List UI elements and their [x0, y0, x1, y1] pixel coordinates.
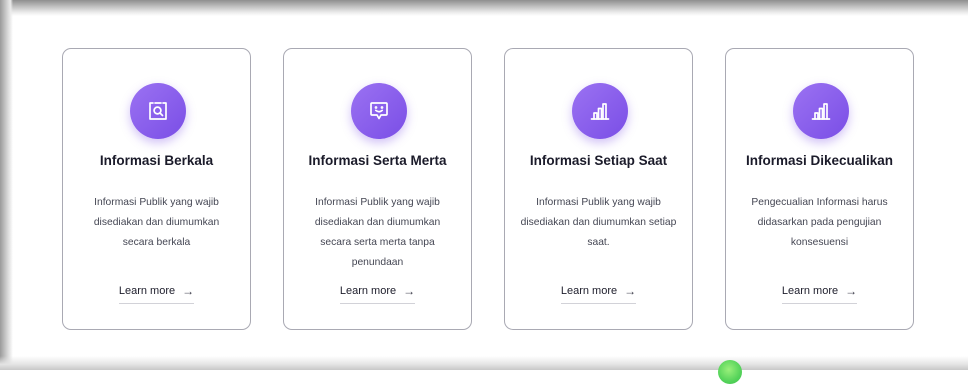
icon-badge	[351, 83, 407, 139]
card-informasi-serta-merta: Informasi Serta Merta Informasi Publik y…	[283, 48, 472, 330]
learn-more-link[interactable]: Learn more →	[781, 284, 858, 304]
learn-more-label: Learn more	[781, 285, 839, 297]
card-title: Informasi Setiap Saat	[529, 153, 668, 168]
arrow-right-icon: →	[403, 284, 416, 298]
icon-badge	[572, 83, 628, 139]
icon-badge	[793, 83, 849, 139]
card-informasi-berkala: Informasi Berkala Informasi Publik yang …	[62, 48, 251, 330]
bar-chart-icon	[590, 103, 610, 120]
card-description: Informasi Publik yang wajib disediakan d…	[93, 197, 220, 248]
learn-more-link[interactable]: Learn more →	[560, 284, 637, 304]
learn-more-wrap: Learn more →	[505, 284, 692, 304]
frame-shadow-left	[0, 0, 13, 370]
card-title: Informasi Dikecualikan	[745, 153, 894, 168]
icon-badge	[130, 83, 186, 139]
card-description: Informasi Publik yang wajib disediakan d…	[314, 197, 441, 268]
learn-more-label: Learn more	[339, 285, 397, 297]
learn-more-wrap: Learn more →	[63, 284, 250, 304]
card-informasi-setiap-saat: Informasi Setiap Saat Informasi Publik y…	[504, 48, 693, 330]
learn-more-wrap: Learn more →	[284, 284, 471, 304]
learn-more-link[interactable]: Learn more →	[118, 284, 195, 304]
card-title: Informasi Serta Merta	[308, 153, 447, 168]
learn-more-wrap: Learn more →	[726, 284, 913, 304]
frame-shadow-top	[0, 0, 968, 16]
search-document-icon	[149, 102, 167, 120]
learn-more-link[interactable]: Learn more →	[339, 284, 416, 304]
bar-chart-icon	[811, 103, 831, 120]
arrow-right-icon: →	[845, 284, 858, 298]
learn-more-label: Learn more	[560, 285, 618, 297]
card-description: Informasi Publik yang wajib disediakan d…	[520, 197, 677, 248]
card-informasi-dikecualikan: Informasi Dikecualikan Pengecualian Info…	[725, 48, 914, 330]
page-frame: Informasi Berkala Informasi Publik yang …	[0, 0, 968, 384]
learn-more-label: Learn more	[118, 285, 176, 297]
floating-green-dot[interactable]	[718, 360, 742, 384]
info-cards-row: Informasi Berkala Informasi Publik yang …	[62, 48, 914, 330]
card-title: Informasi Berkala	[99, 153, 214, 168]
frame-shadow-bottom	[0, 356, 968, 370]
arrow-right-icon: →	[624, 284, 637, 298]
arrow-right-icon: →	[182, 284, 195, 298]
chat-smile-icon	[370, 102, 388, 120]
card-description: Pengecualian Informasi harus didasarkan …	[751, 197, 888, 248]
